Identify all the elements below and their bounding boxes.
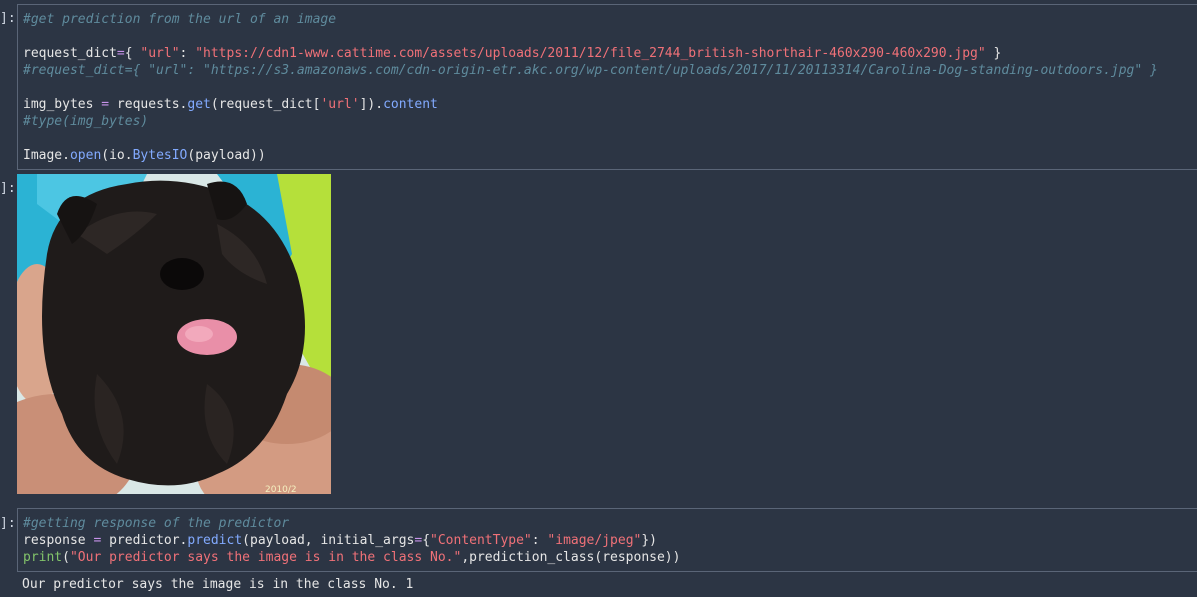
output-1-prompt: ]: — [0, 181, 16, 196]
dog-image: 2010/2 — [17, 174, 331, 494]
code-cell-1[interactable]: #get prediction from the url of an image… — [17, 4, 1197, 170]
code-line-request-dict: request_dict={ "url": "https://cdn1-www.… — [23, 46, 1002, 61]
code-comment: #type(img_bytes) — [23, 114, 149, 129]
cell-1-prompt: ]: — [0, 11, 16, 26]
code-comment: #get prediction from the url of an image — [23, 12, 337, 27]
code-line-print: print("Our predictor says the image is i… — [23, 550, 681, 565]
code-line-response: response = predictor.predict(payload, in… — [23, 533, 657, 548]
svg-text:2010/2: 2010/2 — [265, 485, 297, 494]
cell-2-prompt: ]: — [0, 516, 16, 531]
code-line-img-bytes: img_bytes = requests.get(request_dict['u… — [23, 97, 438, 112]
code-line-image-open: Image.open(io.BytesIO(payload)) — [23, 148, 266, 163]
code-comment: #getting response of the predictor — [23, 516, 290, 531]
cell-output-text: Our predictor says the image is in the c… — [22, 577, 414, 592]
code-comment: #request_dict={ "url": "https://s3.amazo… — [23, 63, 1158, 78]
code-cell-2[interactable]: #getting response of the predictor respo… — [17, 508, 1197, 572]
